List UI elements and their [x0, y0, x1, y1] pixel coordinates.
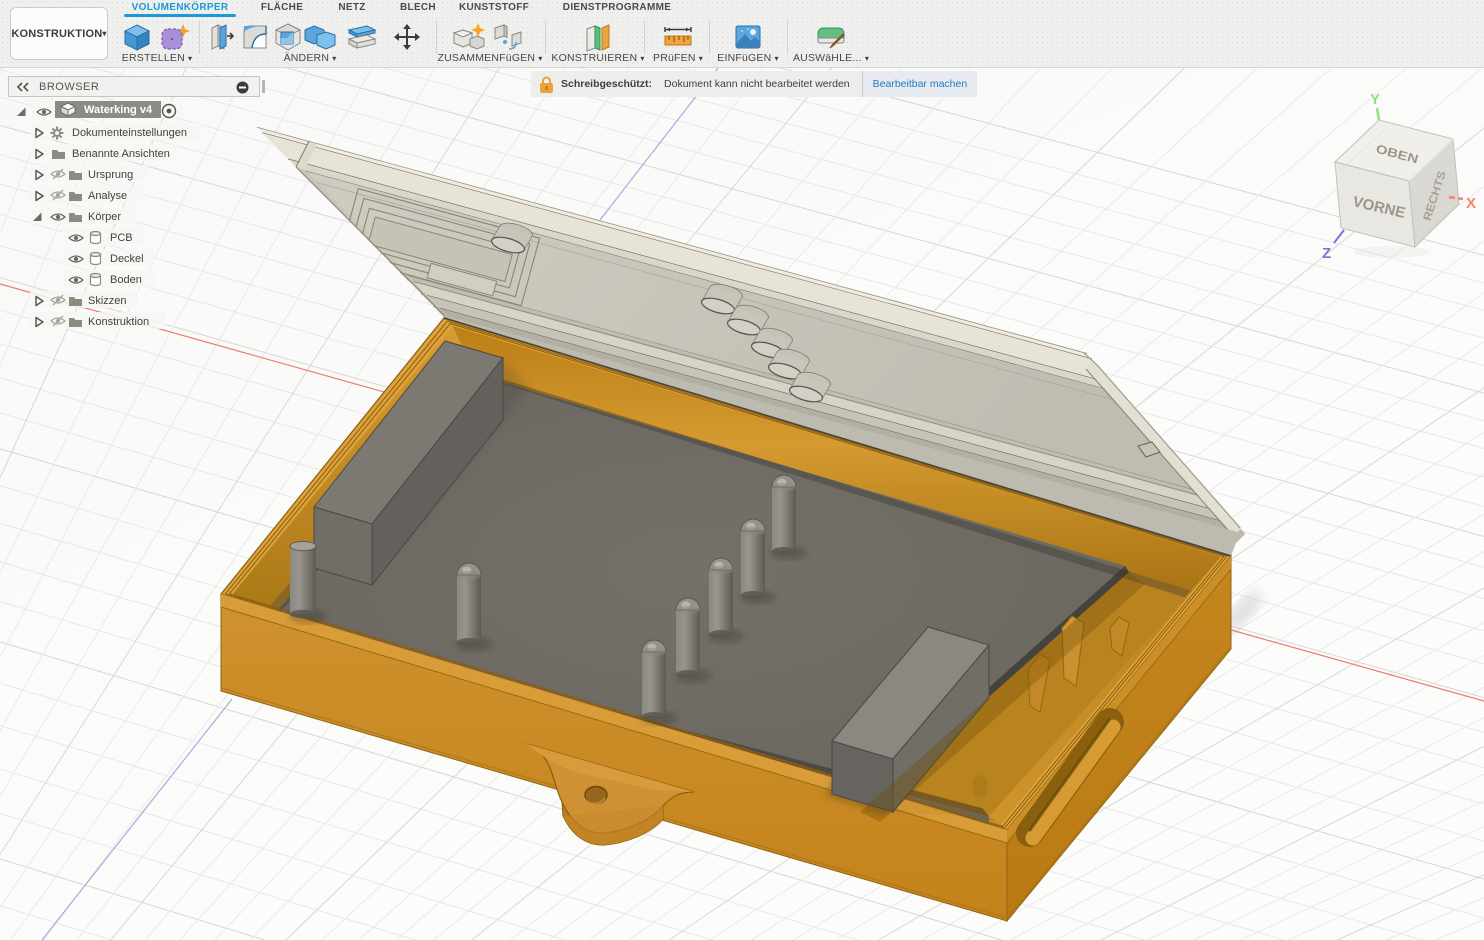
svg-text:Z: Z: [1322, 245, 1331, 262]
svg-text:Y: Y: [1370, 91, 1380, 108]
svg-text:X: X: [1466, 195, 1476, 212]
